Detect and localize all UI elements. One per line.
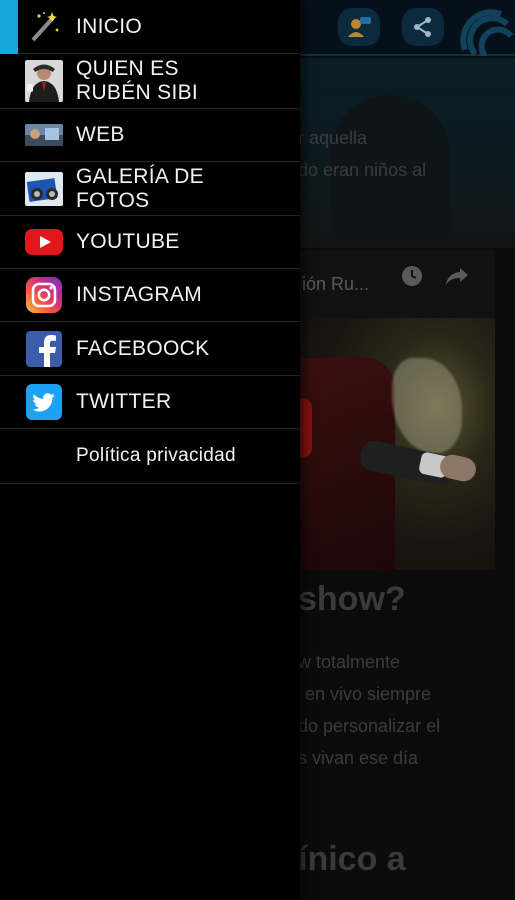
profile-photo <box>24 60 64 102</box>
video-thumbnail <box>300 318 495 570</box>
youtube-icon <box>24 225 64 259</box>
menu-label: WEB <box>76 123 125 146</box>
menu-label: INSTAGRAM <box>76 283 202 306</box>
menu-label: INICIO <box>76 14 142 38</box>
paragraph-line: en vivo siempre <box>305 684 432 704</box>
menu-label: GALERÍA DE FOTOS <box>76 164 204 212</box>
paragraph-line: do personalizar el <box>298 716 441 736</box>
menu-label: TWITTER <box>76 390 172 413</box>
share-arrow-icon[interactable] <box>444 264 470 288</box>
menu-item-instagram[interactable]: INSTAGRAM <box>0 269 300 322</box>
red-mark <box>300 398 312 458</box>
active-indicator <box>0 0 18 54</box>
gallery-photo <box>24 171 64 206</box>
facebook-icon <box>24 330 64 367</box>
share-button[interactable] <box>402 8 444 46</box>
menu-item-web[interactable]: WEB <box>0 109 300 162</box>
intro-text-line: do eran niños al <box>298 160 427 180</box>
twitter-icon <box>24 384 64 420</box>
menu-item-inicio[interactable]: INICIO <box>0 0 300 54</box>
paragraph-line: s vivan ese día <box>298 748 419 768</box>
intro-text-line: r aquella <box>298 128 368 148</box>
menu-label: Política privacidad <box>76 445 236 466</box>
section-heading: ínico a <box>298 840 406 878</box>
menu-item-privacy-policy[interactable]: Política privacidad <box>0 429 300 484</box>
chat-button[interactable] <box>338 8 380 46</box>
section-heading: show? <box>298 580 406 618</box>
video-embed[interactable]: ión Ru... <box>300 250 495 570</box>
web-photo <box>24 118 64 152</box>
share-icon <box>414 17 431 37</box>
menu-item-quien-es[interactable]: QUIEN ES RUBÉN SIBI <box>0 54 300 109</box>
radio-waves-icon <box>460 9 514 56</box>
menu-label: FACEBOOCK <box>76 336 210 360</box>
menu-label: QUIEN ES RUBÉN SIBI <box>76 57 199 104</box>
clock-icon[interactable] <box>400 264 424 288</box>
chat-person-icon <box>348 17 371 37</box>
menu-label: YOUTUBE <box>76 230 180 253</box>
video-title: ión Ru... <box>302 274 370 294</box>
menu-item-twitter[interactable]: TWITTER <box>0 376 300 429</box>
instagram-icon <box>24 277 64 313</box>
menu-item-facebook[interactable]: FACEBOOCK <box>0 322 300 376</box>
paragraph-line: w totalmente <box>298 652 401 672</box>
video-header: ión Ru... <box>300 250 495 318</box>
magic-wand-icon <box>24 10 64 44</box>
menu-item-galeria[interactable]: GALERÍA DE FOTOS <box>0 162 300 216</box>
navigation-drawer: INICIO QUIEN ES RUBÉN SIBI WEB GALERÍA D… <box>0 0 300 900</box>
glowing-map <box>392 358 462 453</box>
menu-item-youtube[interactable]: YOUTUBE <box>0 216 300 269</box>
